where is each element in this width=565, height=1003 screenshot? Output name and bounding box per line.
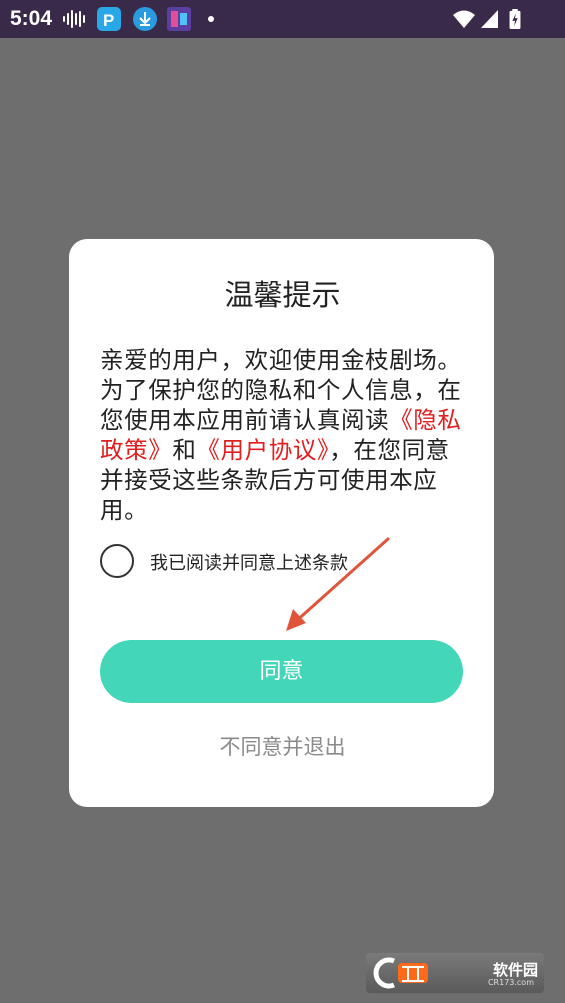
wifi-icon — [453, 10, 475, 28]
consent-checkbox[interactable] — [100, 544, 134, 578]
notification-dot-icon — [208, 16, 214, 22]
agree-button[interactable]: 同意 — [100, 640, 463, 703]
download-icon — [133, 7, 157, 31]
battery-charging-icon — [509, 9, 521, 29]
annotation-arrow-icon — [286, 537, 390, 631]
dialog-body: 亲爱的用户，欢迎使用金枝剧场。为了保护您的隐私和个人信息，在您使用本应用前请认真… — [100, 345, 462, 525]
site-watermark: 软件园 CR173.com — [366, 953, 544, 993]
user-agreement-link[interactable]: 《用户协议》 — [196, 436, 329, 464]
p-app-icon: P — [97, 7, 121, 31]
watermark-brand: 软件园 — [492, 961, 538, 979]
status-bar: 5:04 P — [0, 0, 565, 38]
status-time: 5:04 — [10, 7, 53, 30]
dialog-title: 温馨提示 — [224, 278, 341, 312]
watermark-logo-icon — [373, 957, 428, 989]
signal-icon — [481, 10, 498, 28]
svg-text:P: P — [103, 11, 114, 30]
game-app-icon — [167, 7, 191, 31]
watermark-sub: CR173.com — [487, 978, 534, 987]
body-text-and: 和 — [172, 436, 197, 464]
soundwave-icon — [63, 10, 85, 28]
disagree-exit-button[interactable]: 不同意并退出 — [0, 731, 565, 761]
